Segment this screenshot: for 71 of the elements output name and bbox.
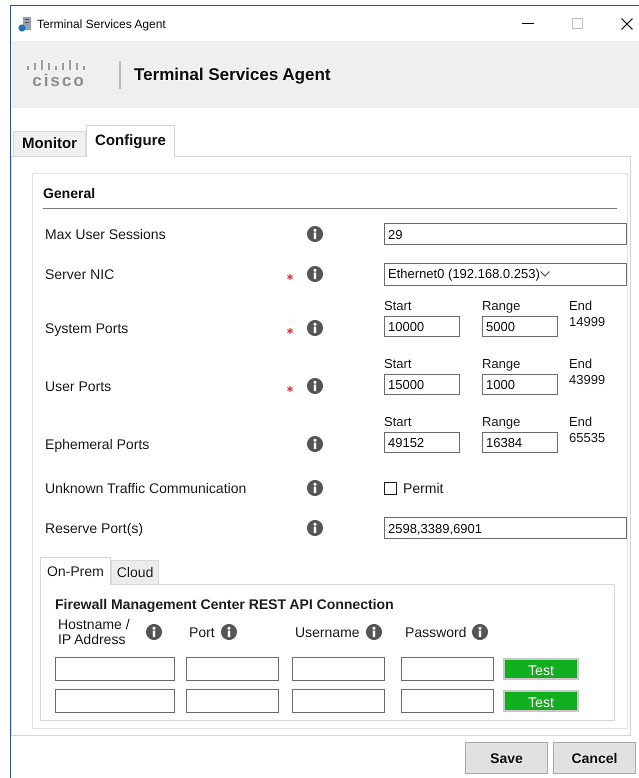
dropdown[interactable]: Ethernet0 (192.168.0.253) — [384, 262, 627, 286]
text-field[interactable] — [186, 657, 279, 681]
field-label: User Ports — [45, 376, 112, 396]
banner-title: Terminal Services Agent — [134, 64, 331, 86]
text-field[interactable]: 16384 — [482, 432, 558, 453]
info-icon[interactable] — [366, 624, 382, 640]
text-field[interactable] — [55, 689, 175, 713]
info-icon[interactable] — [307, 480, 323, 496]
field-label: Max User Sessions — [45, 224, 167, 244]
dialog-button[interactable]: Save — [465, 742, 548, 774]
info-icon[interactable] — [472, 624, 488, 640]
column-label: End — [569, 355, 594, 373]
text-field[interactable]: 1000 — [482, 374, 558, 395]
column-label: End — [569, 413, 594, 431]
tab[interactable]: Monitor — [13, 131, 86, 156]
minimize-icon[interactable] — [522, 22, 534, 24]
info-icon[interactable] — [307, 378, 323, 394]
column-label: Start — [384, 355, 412, 373]
text-field[interactable] — [55, 657, 175, 681]
text-field[interactable]: 2598,3389,6901 — [384, 517, 627, 539]
field-label: System Ports — [45, 318, 130, 338]
section-title: General — [43, 185, 96, 201]
column-label: Start — [384, 413, 412, 431]
column-label: Range — [482, 413, 522, 431]
info-icon[interactable] — [307, 266, 323, 282]
column-label: Username — [295, 624, 360, 640]
info-icon[interactable] — [307, 436, 323, 452]
field-label: Ephemeral Ports — [45, 434, 150, 454]
tab[interactable]: Configure — [86, 125, 175, 157]
column-label: Range — [482, 355, 522, 373]
column-label: Start — [384, 297, 412, 315]
tab[interactable]: On-Prem — [40, 557, 111, 585]
text-field[interactable] — [292, 689, 385, 713]
info-icon[interactable] — [146, 624, 162, 640]
checkbox[interactable] — [384, 482, 397, 494]
window-title: Terminal Services Agent — [37, 16, 166, 32]
required-icon — [287, 386, 293, 394]
text-field[interactable]: 15000 — [384, 374, 460, 395]
end-value: 65535 — [569, 429, 606, 447]
close-icon[interactable] — [621, 18, 633, 30]
text-field[interactable] — [186, 689, 279, 713]
info-icon[interactable] — [307, 520, 323, 536]
required-icon — [287, 274, 293, 282]
info-icon[interactable] — [307, 320, 323, 336]
column-label: Range — [482, 297, 522, 315]
text-field[interactable]: 10000 — [384, 316, 460, 337]
tab[interactable]: Cloud — [110, 560, 160, 584]
end-value: 14999 — [569, 313, 606, 331]
required-icon — [287, 328, 293, 336]
cisco-logo: cisco — [24, 60, 94, 89]
text-field[interactable] — [401, 657, 494, 681]
column-label: Port — [189, 624, 215, 640]
text-field[interactable] — [401, 689, 494, 713]
end-value: 43999 — [569, 371, 606, 389]
text-field[interactable]: 5000 — [482, 316, 558, 337]
app-icon — [18, 16, 32, 32]
field-label: Unknown Traffic Communication — [45, 478, 248, 498]
column-label: Password — [405, 624, 466, 640]
info-icon[interactable] — [307, 226, 323, 242]
text-field[interactable]: 49152 — [384, 432, 460, 453]
text-field[interactable] — [292, 657, 385, 681]
dialog-button[interactable]: Cancel — [553, 742, 636, 774]
column-label: Hostname / IP Address — [58, 617, 131, 647]
chevron-down-icon — [540, 271, 550, 277]
info-icon[interactable] — [220, 624, 237, 640]
checkbox-label: Permit — [403, 478, 444, 498]
text-field[interactable]: 29 — [384, 223, 627, 245]
column-label: End — [569, 297, 594, 315]
field-label: Server NIC — [45, 264, 116, 284]
field-label: Reserve Port(s) — [45, 518, 144, 538]
section-title: Firewall Management Center REST API Connection — [55, 595, 395, 614]
